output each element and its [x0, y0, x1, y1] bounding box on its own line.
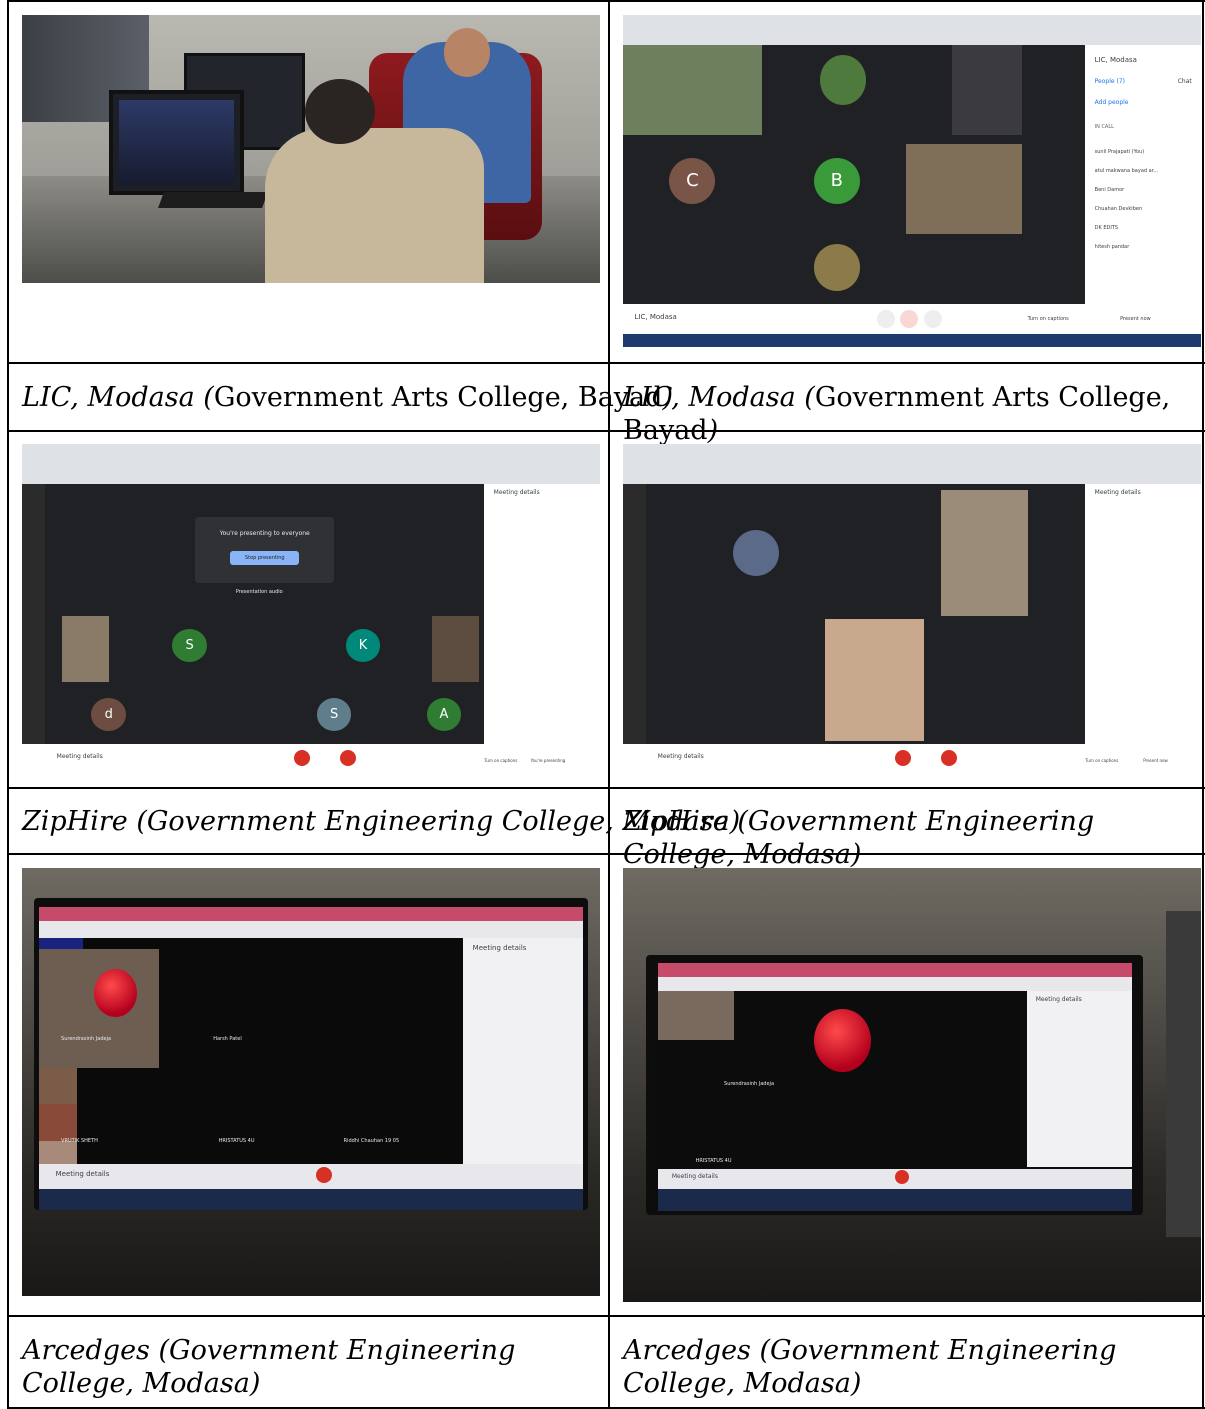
avatar — [732, 529, 780, 576]
meeting-title: LIC, Modasa — [1094, 55, 1137, 64]
camera-off-icon — [894, 1170, 909, 1185]
caption-4: ZipHire (Government Engineering College,… — [623, 806, 1095, 870]
captions-button: Turn on captions — [1027, 315, 1069, 322]
participant-list: sunil Prajapati (You) atul makwana bayad… — [1095, 143, 1158, 257]
camera-off-icon — [316, 1166, 333, 1183]
meet-screenshot-ziphire-1: You're presenting to everyone Stop prese… — [22, 444, 600, 774]
monitor-photo-arcedges-1: Meeting details H Surendrasinh Jadeja Ha… — [22, 868, 600, 1296]
participant-name: HRISTATUS 4U — [695, 1157, 732, 1164]
meeting-details-label: Meeting details — [657, 753, 704, 761]
camera-icon — [923, 309, 942, 328]
participant: hitesh pandar — [1094, 243, 1130, 250]
avatar — [813, 244, 860, 291]
avatar — [39, 1067, 78, 1105]
caption-6: Arcedges (Government Engineering College… — [623, 1335, 1117, 1399]
hangup-icon — [900, 309, 919, 328]
brand-logo — [93, 968, 138, 1017]
taskbar — [39, 1189, 583, 1211]
captions-button: Turn on captions — [1085, 757, 1119, 763]
meet-screenshot-ziphire-2: Meeting details Meeting details Turn on … — [623, 444, 1201, 774]
meet-screenshot-lic: C B LIC, Modasa People (7) Chat Add peop… — [623, 15, 1201, 347]
panel-title: Meeting details — [493, 488, 540, 496]
presenting-text: You're presenting to everyone — [219, 529, 310, 537]
bottom-meeting-title: LIC, Modasa — [634, 312, 677, 321]
participant-name: Harsh Patel — [213, 1036, 242, 1043]
office-photo — [22, 15, 600, 283]
participant: atul makwana bayad ar... — [1094, 167, 1159, 174]
participant-name: Riddhi Chauhan 19 05 — [343, 1138, 400, 1145]
caption-1: LIC, Modasa (Government Arts College, Ba… — [22, 382, 673, 413]
avatar-b: B — [813, 157, 860, 205]
participant-name: Surendrasinh Jadeja — [724, 1080, 775, 1087]
avatar: d — [91, 698, 127, 732]
camera-off-icon — [339, 749, 356, 766]
camera-off-icon — [940, 749, 957, 766]
caption-2: LIC, Modasa (Government Arts College, Ba… — [623, 382, 1171, 446]
stop-presenting-button: Stop presenting — [230, 550, 300, 565]
add-people: Add people — [1094, 99, 1129, 107]
present-button: Present now — [1120, 315, 1151, 322]
avatar — [39, 1104, 78, 1141]
participant-name: HRISTATUS 4U — [218, 1138, 255, 1145]
meeting-details-label: Meeting details — [56, 753, 103, 761]
taskbar — [657, 1189, 1132, 1211]
tab-people: People (7) — [1094, 77, 1125, 85]
monitor-photo-arcedges-2: Meeting details Surendrasinh Jadeja HRIS… — [623, 868, 1201, 1302]
meeting-details-label: Meeting details — [55, 1169, 110, 1178]
present-button: Present now — [1143, 757, 1168, 763]
captions-button: Turn on captions — [484, 757, 518, 763]
participant-name: VRUTIK SHETH — [61, 1138, 98, 1145]
caption-5: Arcedges (Government Engineering College… — [22, 1335, 516, 1399]
participant: Chuahan Devkiben — [1094, 205, 1143, 212]
brand-logo — [814, 1008, 871, 1072]
mic-off-icon — [293, 749, 310, 766]
meeting-details-label: Meeting details — [671, 1172, 718, 1180]
mic-icon — [877, 309, 896, 328]
mic-off-icon — [894, 749, 911, 766]
participant: DK EDITS — [1094, 224, 1119, 231]
tab-chat: Chat — [1177, 77, 1192, 85]
participant: sunil Prajapati (You) — [1094, 148, 1145, 155]
panel-title: Meeting details — [472, 944, 527, 953]
panel-title: Meeting details — [1094, 488, 1141, 496]
avatar: K — [345, 628, 381, 662]
avatar — [819, 54, 866, 105]
panel-title: Meeting details — [1035, 995, 1082, 1003]
presenting-button: You're presenting — [530, 757, 566, 763]
participant: Beni Damor — [1094, 186, 1125, 193]
avatar: S — [316, 698, 352, 732]
presentation-audio: Presentation audio — [235, 589, 283, 596]
avatar-c: C — [669, 157, 716, 205]
avatar: S — [172, 628, 207, 662]
avatar: A — [426, 698, 462, 732]
in-call-label: IN CALL — [1094, 123, 1114, 130]
participant-name: Surendrasinh Jadeja — [61, 1036, 112, 1043]
